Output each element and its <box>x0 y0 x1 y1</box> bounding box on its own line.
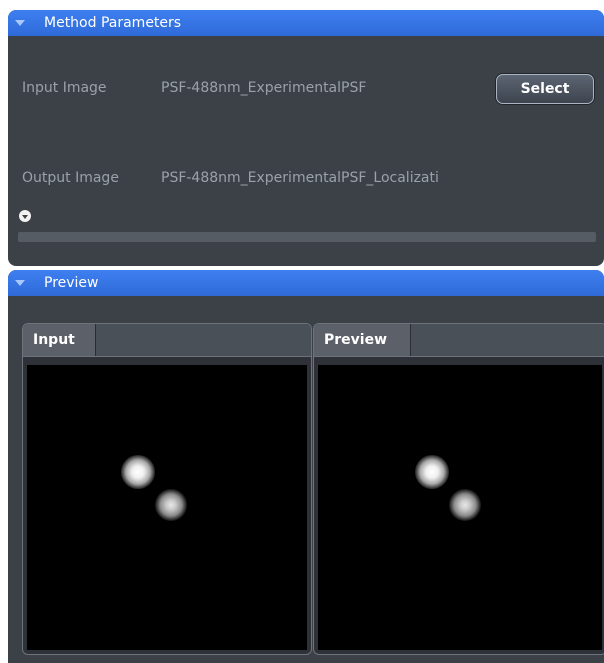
preview-image-canvas[interactable] <box>318 365 602 650</box>
tab-preview[interactable]: Preview <box>314 324 411 356</box>
input-image-canvas[interactable] <box>27 365 307 650</box>
psf-spot-bright <box>415 455 449 489</box>
input-view: Input <box>22 323 312 655</box>
preview-title: Preview <box>44 275 99 291</box>
horizontal-scrollbar[interactable] <box>18 232 596 242</box>
preview-header[interactable]: Preview <box>8 270 604 296</box>
method-parameters-panel: Method Parameters Input Image PSF-488nm_… <box>8 10 604 266</box>
collapse-arrow-icon[interactable] <box>15 20 25 26</box>
psf-spot-dim <box>155 489 187 521</box>
tab-input[interactable]: Input <box>23 324 96 356</box>
output-image-value[interactable]: PSF-488nm_ExperimentalPSF_Localizati <box>161 170 439 186</box>
preview-view: Preview <box>313 323 604 655</box>
preview-panel: Preview Input Preview <box>8 270 604 663</box>
psf-spot-bright <box>121 455 155 489</box>
input-tab-strip: Input <box>23 324 311 357</box>
psf-spot-dim <box>449 489 481 521</box>
select-button[interactable]: Select <box>496 74 594 104</box>
output-image-label: Output Image <box>22 170 119 186</box>
collapse-arrow-icon[interactable] <box>15 280 25 286</box>
preview-tab-strip: Preview <box>314 324 604 357</box>
input-image-value: PSF-488nm_ExperimentalPSF <box>161 80 367 96</box>
method-parameters-header[interactable]: Method Parameters <box>8 10 604 36</box>
expand-options-icon[interactable] <box>19 210 31 222</box>
input-image-label: Input Image <box>22 80 107 96</box>
method-parameters-title: Method Parameters <box>44 15 182 31</box>
